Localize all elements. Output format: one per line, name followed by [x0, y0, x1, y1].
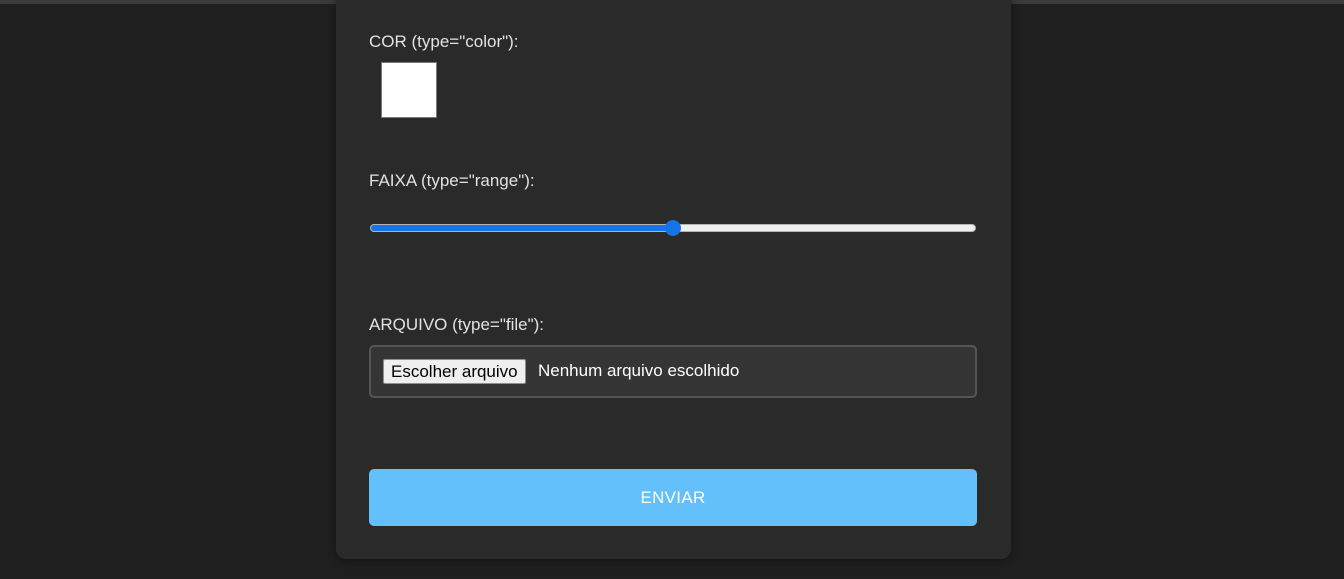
range-slider[interactable]: [369, 219, 977, 237]
range-thumb[interactable]: [665, 220, 681, 236]
choose-file-button[interactable]: Escolher arquivo: [383, 359, 526, 384]
color-picker[interactable]: [381, 62, 437, 118]
submit-button[interactable]: ENVIAR: [369, 469, 977, 526]
color-label: COR (type="color"):: [369, 32, 519, 51]
range-label: FAIXA (type="range"):: [369, 171, 535, 190]
file-input[interactable]: Escolher arquivo Nenhum arquivo escolhid…: [369, 345, 977, 398]
range-fill: [371, 225, 674, 231]
file-status-text: Nenhum arquivo escolhido: [538, 361, 740, 380]
file-label: ARQUIVO (type="file"):: [369, 315, 545, 334]
